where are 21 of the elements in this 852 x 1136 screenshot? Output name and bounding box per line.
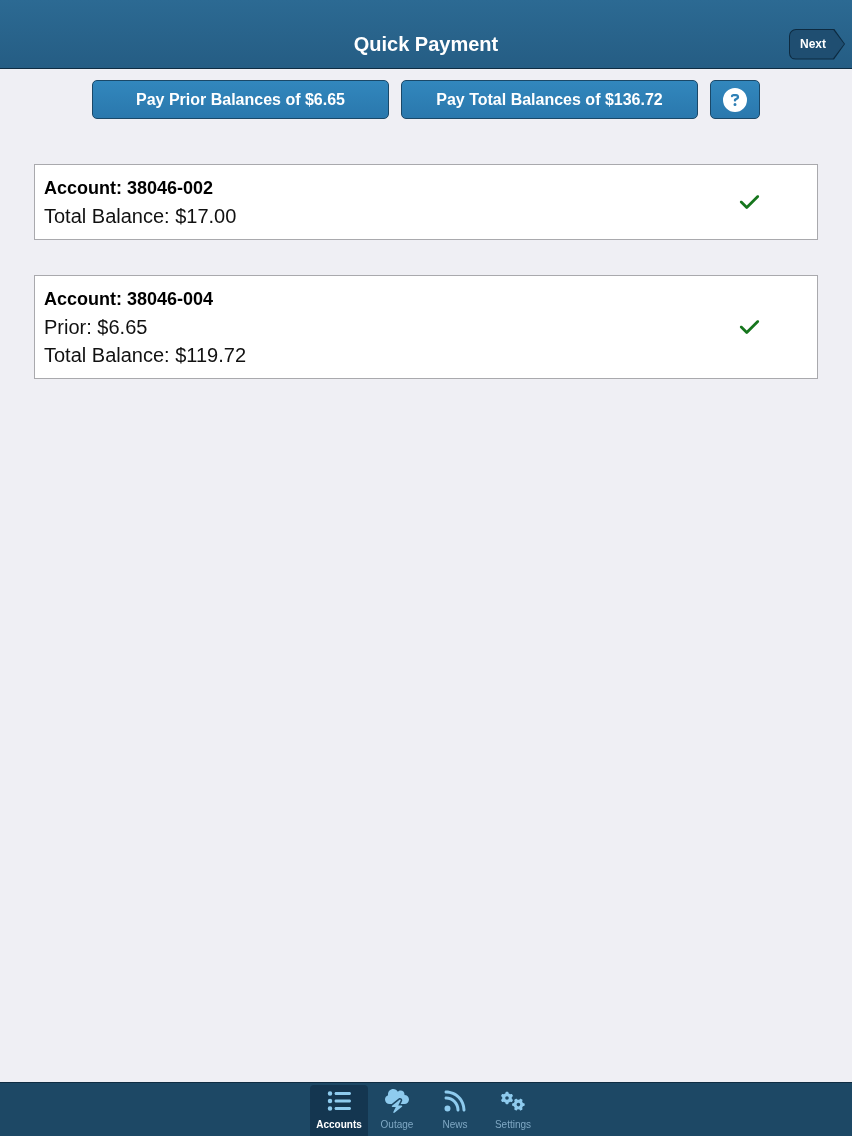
account-number: Account: 38046-002 <box>44 177 215 200</box>
pay-balance-button[interactable]: Pay Prior Balances of $6.65 <box>92 80 389 119</box>
account-card[interactable]: Account: 38046-002 Total Balance: $17.00 <box>34 164 818 240</box>
balance-text: Prior: $6.65 <box>44 315 149 340</box>
help-button[interactable] <box>710 80 760 119</box>
account-card[interactable]: Account: 38046-004 Prior: $6.65 Total Balance: $119.72 <box>34 275 818 379</box>
help-icon <box>723 87 747 112</box>
tab-item[interactable]: Accounts <box>310 1085 368 1136</box>
tab-item[interactable]: Settings <box>484 1085 542 1136</box>
tab-item[interactable]: Outage <box>368 1085 426 1136</box>
page-title: Quick Payment <box>353 32 499 57</box>
rss-feed-icon <box>443 1089 467 1113</box>
account-number: Account: 38046-004 <box>44 288 215 311</box>
pay-balance-button[interactable]: Pay Total Balances of $136.72 <box>401 80 698 119</box>
balance-text: Total Balance: $17.00 <box>44 204 238 229</box>
tab-item[interactable]: News <box>426 1085 484 1136</box>
next-button[interactable]: Next <box>789 28 845 60</box>
cloud-lightning-icon <box>385 1089 409 1113</box>
settings-icon <box>501 1089 525 1113</box>
balance-text: Total Balance: $119.72 <box>44 343 247 368</box>
list-icon <box>327 1089 351 1113</box>
